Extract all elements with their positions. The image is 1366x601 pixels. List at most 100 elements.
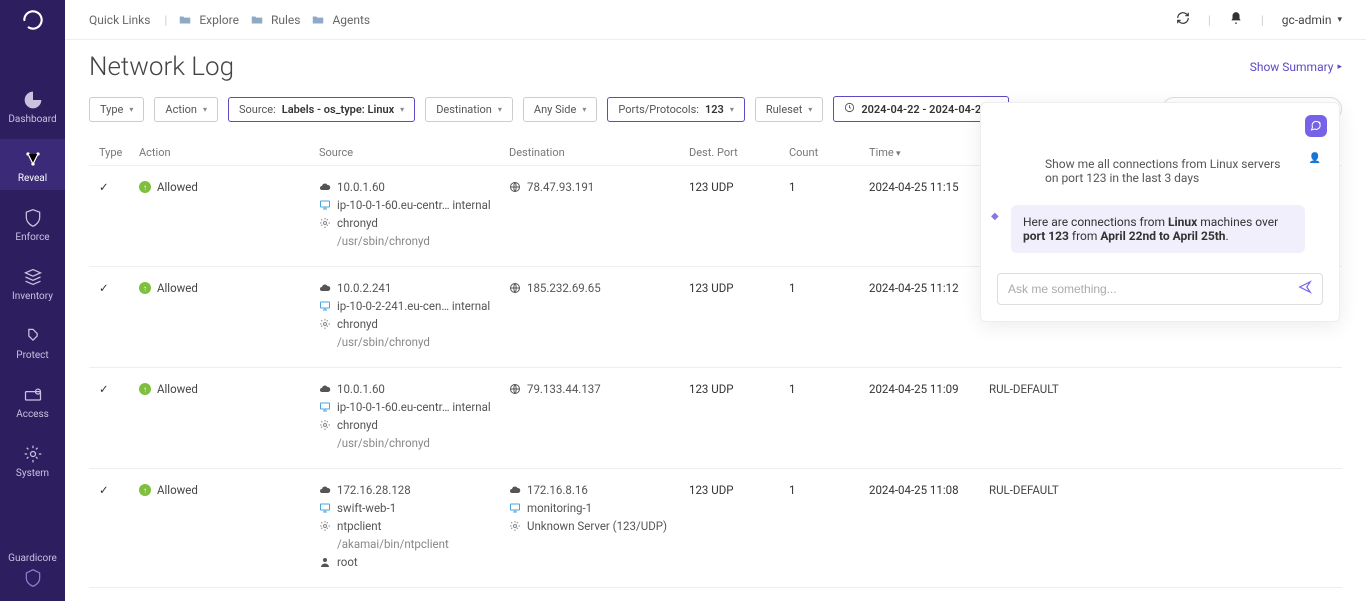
main: Quick Links | Explore Rules Agents | | g… bbox=[65, 0, 1366, 601]
user-menu[interactable]: gc-admin ▾ bbox=[1282, 13, 1342, 27]
filter-action[interactable]: Action▾ bbox=[154, 97, 218, 122]
sidebar-item-system[interactable]: System bbox=[0, 434, 65, 485]
quicklink-rules[interactable]: Rules bbox=[249, 13, 300, 27]
ai-assistant-message: Here are connections from Linux machines… bbox=[1011, 205, 1305, 253]
sidebar-nav: Dashboard Reveal Enforce Inventory Prote… bbox=[0, 80, 65, 485]
app-logo bbox=[0, 0, 65, 40]
cloud-icon bbox=[319, 282, 331, 294]
action-cell: ↑Allowed bbox=[139, 382, 319, 396]
count-cell: 1 bbox=[789, 180, 869, 194]
ai-text-bold: port 123 bbox=[1023, 229, 1069, 243]
filter-ports[interactable]: Ports/Protocols: 123 ▾ bbox=[607, 97, 744, 122]
cloud-icon bbox=[319, 181, 331, 193]
chip-value: 2024-04-22 - 2024-04-25 bbox=[861, 103, 987, 116]
filter-source[interactable]: Source:Labels - os_type: Linux▾ bbox=[228, 97, 415, 122]
filter-type[interactable]: Type ▾ bbox=[89, 97, 144, 122]
source-cell: 10.0.1.60ip-10-0-1-60.eu-centr… internal… bbox=[319, 382, 509, 454]
separator: | bbox=[164, 13, 167, 27]
time-cell: 2024-04-25 11:15 bbox=[869, 180, 989, 194]
table-row[interactable]: ✓ ↑Allowed 172.16.24.128 91.189.91.157 1… bbox=[89, 587, 1342, 601]
filter-destination[interactable]: Destination ▾ bbox=[425, 97, 513, 122]
type-cell: ✓ bbox=[99, 180, 139, 194]
new-chat-button[interactable] bbox=[1305, 115, 1327, 137]
show-summary-button[interactable]: Show Summary ▸ bbox=[1250, 60, 1342, 74]
quicklink-explore[interactable]: Explore bbox=[177, 13, 239, 27]
globe-icon bbox=[509, 181, 521, 193]
source-ip: 172.16.28.128 bbox=[337, 483, 411, 497]
ai-text: from bbox=[1069, 229, 1100, 243]
ai-input-row bbox=[997, 273, 1323, 305]
action-label: Allowed bbox=[157, 281, 198, 295]
source-process: chronyd bbox=[337, 418, 378, 432]
clock-icon bbox=[844, 102, 855, 116]
chevron-down-icon: ▾ bbox=[730, 105, 734, 114]
dest-process: Unknown Server (123/UDP) bbox=[527, 519, 667, 533]
count-cell: 1 bbox=[789, 382, 869, 396]
filter-any-side[interactable]: Any Side▾ bbox=[523, 97, 597, 122]
brand-label: Guardicore bbox=[8, 553, 57, 564]
ai-text-bold: Linux bbox=[1168, 215, 1197, 229]
allowed-icon: ↑ bbox=[139, 484, 151, 496]
filter-ruleset[interactable]: Ruleset▾ bbox=[755, 97, 823, 122]
gear-icon bbox=[319, 520, 331, 532]
chip-label: Destination bbox=[436, 103, 492, 116]
sidebar-item-access[interactable]: Access bbox=[0, 375, 65, 426]
type-cell: ✓ bbox=[99, 382, 139, 396]
col-source[interactable]: Source bbox=[319, 146, 509, 159]
table-row[interactable]: ✓ ↑Allowed 172.16.28.128swift-web-1ntpcl… bbox=[89, 468, 1342, 587]
sidebar-item-enforce[interactable]: Enforce bbox=[0, 198, 65, 249]
chevron-down-icon: ▾ bbox=[400, 105, 404, 114]
sidebar-item-label: System bbox=[16, 468, 49, 479]
sidebar-item-dashboard[interactable]: Dashboard bbox=[0, 80, 65, 131]
col-time[interactable]: Time bbox=[869, 146, 989, 159]
action-label: Allowed bbox=[157, 382, 198, 396]
ai-text: machines over bbox=[1197, 215, 1278, 229]
dest-port-cell: 123 UDP bbox=[689, 382, 789, 396]
sidebar-item-inventory[interactable]: Inventory bbox=[0, 257, 65, 308]
source-host: ip-10-0-2-241.eu-cen… internal bbox=[337, 299, 490, 313]
separator: | bbox=[1208, 13, 1211, 27]
sidebar-item-protect[interactable]: Protect bbox=[0, 316, 65, 367]
topbar: Quick Links | Explore Rules Agents | | g… bbox=[65, 0, 1366, 40]
quicklink-agents[interactable]: Agents bbox=[310, 13, 370, 27]
send-icon[interactable] bbox=[1298, 280, 1312, 298]
col-destination[interactable]: Destination bbox=[509, 146, 689, 159]
col-type[interactable]: Type bbox=[99, 146, 139, 159]
action-cell: ↑ Allowed bbox=[139, 483, 319, 497]
chip-value: 123 bbox=[705, 103, 724, 116]
quick-links-label: Quick Links bbox=[89, 13, 150, 27]
quicklink-label: Explore bbox=[199, 13, 239, 27]
action-label: Allowed bbox=[157, 483, 198, 497]
page-title: Network Log bbox=[89, 52, 234, 82]
col-dest-port[interactable]: Dest. Port bbox=[689, 146, 789, 159]
source-user: root bbox=[337, 555, 358, 569]
col-count[interactable]: Count bbox=[789, 146, 869, 159]
source-process: chronyd bbox=[337, 317, 378, 331]
table-row[interactable]: ✓ ↑Allowed 10.0.1.60ip-10-0-1-60.eu-cent… bbox=[89, 367, 1342, 468]
globe-icon bbox=[509, 383, 521, 395]
quicklink-label: Rules bbox=[271, 13, 300, 27]
cloud-icon bbox=[319, 484, 331, 496]
chip-label: Type bbox=[100, 103, 123, 116]
chip-label: Ports/Protocols: bbox=[618, 103, 699, 116]
monitor-icon bbox=[509, 502, 521, 514]
ai-input[interactable] bbox=[1008, 282, 1290, 296]
chevron-right-icon: ▸ bbox=[1337, 62, 1342, 72]
type-cell: ✓ bbox=[99, 483, 139, 497]
source-ip: 10.0.1.60 bbox=[337, 180, 385, 194]
destination-cell: 185.232.69.65 bbox=[509, 281, 689, 299]
chevron-down-icon: ▾ bbox=[498, 105, 502, 114]
globe-icon bbox=[509, 282, 521, 294]
monitor-icon bbox=[319, 502, 331, 514]
bell-icon[interactable] bbox=[1229, 11, 1243, 28]
col-action[interactable]: Action bbox=[139, 146, 319, 159]
sidebar-item-label: Inventory bbox=[12, 291, 53, 302]
refresh-icon[interactable] bbox=[1176, 11, 1190, 28]
source-ip: 10.0.2.241 bbox=[337, 281, 391, 295]
source-process: ntpclient bbox=[337, 519, 381, 533]
chip-label: Any Side bbox=[534, 103, 576, 116]
chip-label: Source: bbox=[239, 103, 276, 116]
source-path: /akamai/bin/ntpclient bbox=[337, 537, 449, 551]
chevron-down-icon: ▾ bbox=[129, 105, 133, 114]
sidebar-item-reveal[interactable]: Reveal bbox=[0, 139, 65, 190]
